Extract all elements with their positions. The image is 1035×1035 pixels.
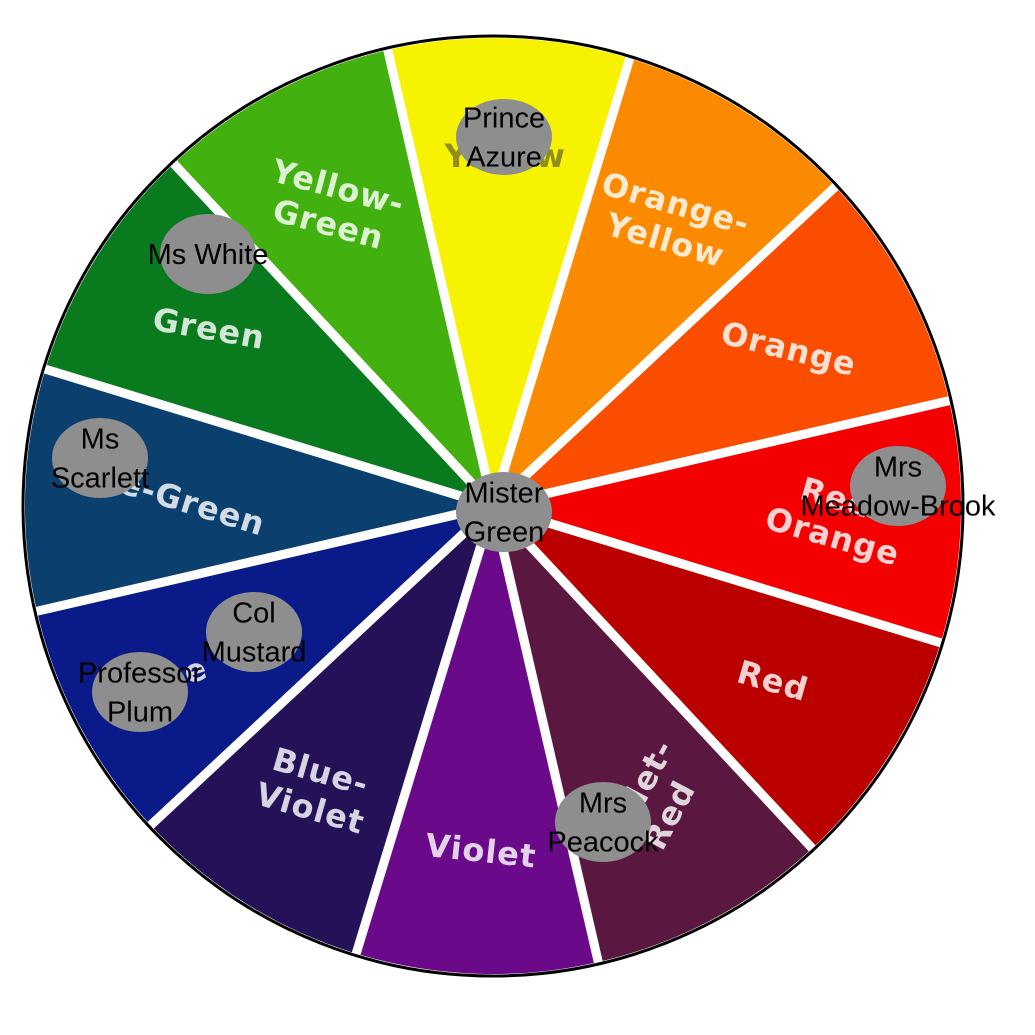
marker-label-line: Ms (81, 424, 120, 456)
marker-label-line: Mrs (579, 788, 627, 820)
marker-label-line: Professor (78, 658, 202, 690)
marker-label-line: Mustard (202, 637, 307, 669)
marker-label-line: Meadow-Brook (800, 491, 996, 523)
marker-label-line: Green (464, 517, 545, 549)
marker-label-line: Ms White (148, 239, 269, 271)
marker-label-line: Mrs (874, 452, 922, 484)
color-wheel-diagram: YellowOrange-YellowOrangeRed-OrangeRedVi… (21, 34, 996, 978)
marker-label-line: Azure (466, 142, 542, 174)
marker-label: Ms White (148, 239, 269, 271)
marker-label-line: Peacock (547, 827, 659, 859)
marker-label-line: Col (232, 598, 276, 630)
marker-label-line: Scarlett (51, 463, 149, 495)
marker-label-line: Plum (107, 697, 173, 729)
marker-label-line: Mister (465, 478, 544, 510)
marker-label-line: Prince (463, 103, 545, 135)
marker-prince-azure: Prince Azure (456, 99, 552, 175)
marker-mister-green: Mister Green (456, 472, 552, 552)
